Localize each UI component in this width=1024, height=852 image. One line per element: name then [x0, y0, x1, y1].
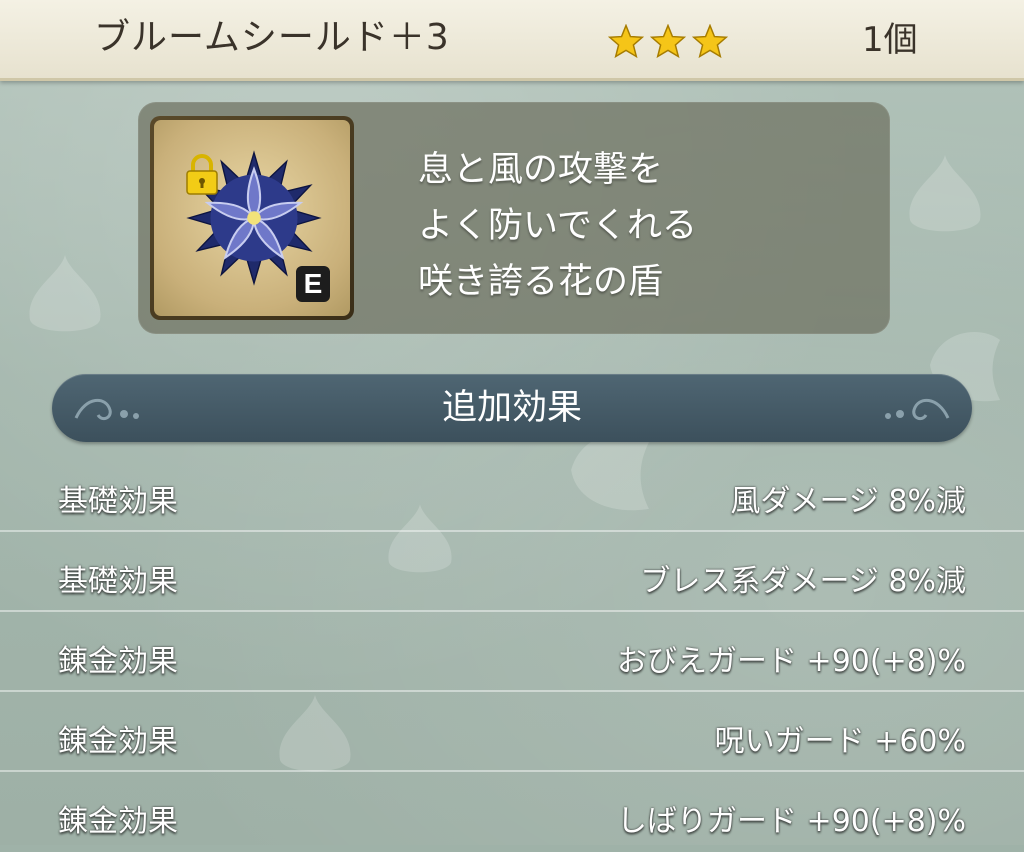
item-count: 1個 — [862, 20, 918, 60]
effect-list: 基礎効果 風ダメージ 8%減 基礎効果 ブレス系ダメージ 8%減 錬金効果 おび… — [0, 452, 1024, 852]
rarity-stars — [608, 24, 728, 58]
star-icon — [608, 24, 644, 58]
effect-row: 基礎効果 風ダメージ 8%減 — [0, 452, 1024, 532]
effect-value: 呪いガード +60% — [714, 724, 966, 759]
equipped-badge: E — [296, 266, 330, 302]
description-line: よく防いでくれる — [418, 206, 697, 246]
description-line: 咲き誇る花の盾 — [418, 262, 664, 302]
section-title: 追加効果 — [441, 388, 582, 428]
flourish-right-icon — [885, 399, 950, 421]
item-header: ブルームシールド＋3 1個 — [0, 0, 1024, 81]
item-icon-frame[interactable]: E — [150, 116, 354, 320]
item-detail-card: E 息と風の攻撃を よく防いでくれる 咲き誇る花の盾 — [138, 102, 890, 334]
effect-row: 錬金効果 しばりガード +90(+8)% — [0, 772, 1024, 852]
effect-label: 基礎効果 — [58, 564, 178, 599]
effect-label: 錬金効果 — [58, 724, 178, 759]
star-icon — [692, 24, 728, 58]
effect-row: 錬金効果 おびえガード +90(+8)% — [0, 612, 1024, 692]
lock-icon — [186, 154, 218, 195]
effect-row: 錬金効果 呪いガード +60% — [0, 692, 1024, 772]
effect-value: おびえガード +90(+8)% — [617, 644, 966, 679]
effect-row: 基礎効果 ブレス系ダメージ 8%減 — [0, 532, 1024, 612]
item-description: 息と風の攻撃を よく防いでくれる 咲き誇る花の盾 — [418, 142, 697, 310]
item-name: ブルームシールド＋3 — [94, 17, 450, 58]
effect-value: ブレス系ダメージ 8%減 — [640, 564, 966, 599]
slime-watermark-icon — [909, 155, 981, 232]
star-icon — [650, 24, 686, 58]
section-banner: 追加効果 — [52, 374, 972, 442]
description-line: 息と風の攻撃を — [418, 150, 664, 190]
effect-value: 風ダメージ 8%減 — [730, 484, 966, 519]
effect-label: 錬金効果 — [58, 644, 178, 679]
effect-value: しばりガード +90(+8)% — [617, 804, 966, 839]
effect-label: 錬金効果 — [58, 804, 178, 839]
effect-label: 基礎効果 — [58, 484, 178, 519]
slime-watermark-icon — [29, 255, 101, 332]
